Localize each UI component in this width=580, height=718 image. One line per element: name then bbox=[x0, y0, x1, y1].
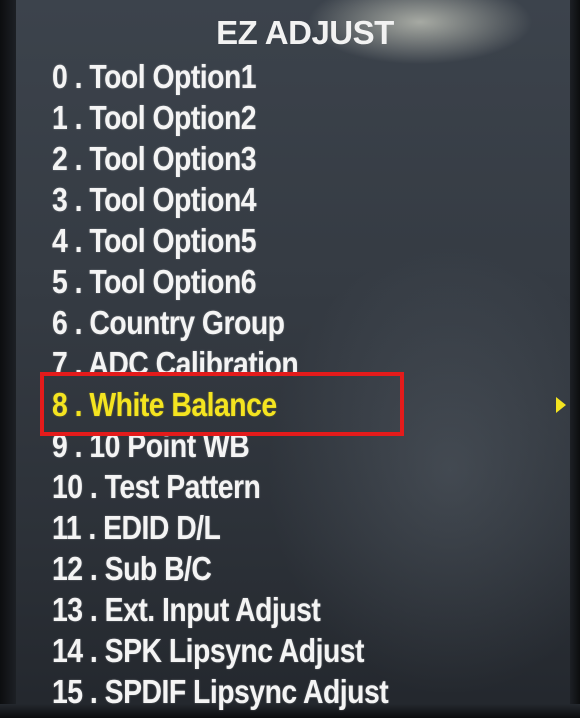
menu-item-tool-option5[interactable]: 4 . Tool Option5 bbox=[52, 220, 388, 261]
menu-item-number: 12 bbox=[52, 550, 83, 587]
menu-item-number: 15 bbox=[52, 673, 83, 710]
menu-item-label: Tool Option4 bbox=[89, 181, 257, 218]
menu-item-label: SPDIF Lipsync Adjust bbox=[104, 673, 389, 710]
menu-item-number: 1 bbox=[52, 99, 68, 136]
screen-bezel-left bbox=[0, 0, 16, 718]
menu-item-ext-input-adjust[interactable]: 13 . Ext. Input Adjust bbox=[52, 589, 388, 630]
menu-item-sub-bc[interactable]: 12 . Sub B/C bbox=[52, 548, 388, 589]
menu-item-separator: . bbox=[82, 468, 105, 505]
menu-item-separator: . bbox=[82, 591, 105, 628]
menu-item-tool-option6[interactable]: 5 . Tool Option6 bbox=[52, 261, 388, 302]
menu-item-label: Tool Option1 bbox=[89, 58, 257, 95]
menu-item-number: 10 bbox=[52, 468, 83, 505]
menu-item-spk-lipsync-adjust[interactable]: 14 . SPK Lipsync Adjust bbox=[52, 630, 388, 671]
menu-item-number: 0 bbox=[52, 58, 68, 95]
menu-item-spdif-lipsync-adjust[interactable]: 15 . SPDIF Lipsync Adjust bbox=[52, 671, 389, 712]
menu-item-label: Tool Option5 bbox=[89, 222, 257, 259]
menu-item-number: 3 bbox=[52, 181, 68, 218]
menu-item-label: EDID D/L bbox=[103, 509, 221, 546]
menu-item-label: Tool Option6 bbox=[89, 263, 257, 300]
menu-item-test-pattern[interactable]: 10 . Test Pattern bbox=[52, 466, 388, 507]
menu-item-separator: . bbox=[67, 263, 90, 300]
menu-item-separator: . bbox=[67, 99, 90, 136]
menu-item-tool-option1[interactable]: 0 . Tool Option1 bbox=[52, 56, 388, 97]
menu-item-country-group[interactable]: 6 . Country Group bbox=[52, 302, 388, 343]
menu-item-separator: . bbox=[67, 181, 90, 218]
menu-item-label: SPK Lipsync Adjust bbox=[104, 632, 365, 669]
menu-item-separator: . bbox=[80, 509, 104, 546]
menu-item-tool-option3[interactable]: 2 . Tool Option3 bbox=[52, 138, 388, 179]
triangle-right-icon[interactable] bbox=[556, 397, 566, 413]
menu-item-label: Sub B/C bbox=[104, 550, 212, 587]
menu-title: EZ ADJUST bbox=[216, 14, 394, 51]
menu-item-number: 14 bbox=[52, 632, 83, 669]
menu-item-separator: . bbox=[82, 550, 105, 587]
menu-item-tool-option4[interactable]: 3 . Tool Option4 bbox=[52, 179, 388, 220]
menu-item-label: Ext. Input Adjust bbox=[104, 591, 321, 628]
menu-item-label: Tool Option2 bbox=[89, 99, 257, 136]
menu-item-number: 11 bbox=[52, 509, 81, 546]
menu-item-separator: . bbox=[67, 58, 90, 95]
menu-item-label: Country Group bbox=[89, 304, 285, 341]
menu-item-number: 2 bbox=[52, 140, 68, 177]
menu-item-number: 6 bbox=[52, 304, 68, 341]
tv-screen: EZ ADJUST 0 . Tool Option1 1 . Tool Opti… bbox=[0, 0, 580, 718]
menu-item-separator: . bbox=[67, 222, 90, 259]
menu-item-edid-dl[interactable]: 11 . EDID D/L bbox=[52, 507, 388, 548]
screen-bezel-right bbox=[570, 0, 580, 718]
menu-item-separator: . bbox=[82, 673, 105, 710]
menu-item-separator: . bbox=[82, 632, 105, 669]
menu-item-separator: . bbox=[67, 304, 90, 341]
menu-item-number: 5 bbox=[52, 263, 68, 300]
menu-item-number: 13 bbox=[52, 591, 83, 628]
menu-item-separator: . bbox=[67, 140, 90, 177]
menu-item-tool-option2[interactable]: 1 . Tool Option2 bbox=[52, 97, 388, 138]
menu-item-label: Test Pattern bbox=[104, 468, 261, 505]
menu-item-label: Tool Option3 bbox=[89, 140, 257, 177]
selection-highlight-box bbox=[40, 372, 404, 436]
menu-item-number: 4 bbox=[52, 222, 68, 259]
